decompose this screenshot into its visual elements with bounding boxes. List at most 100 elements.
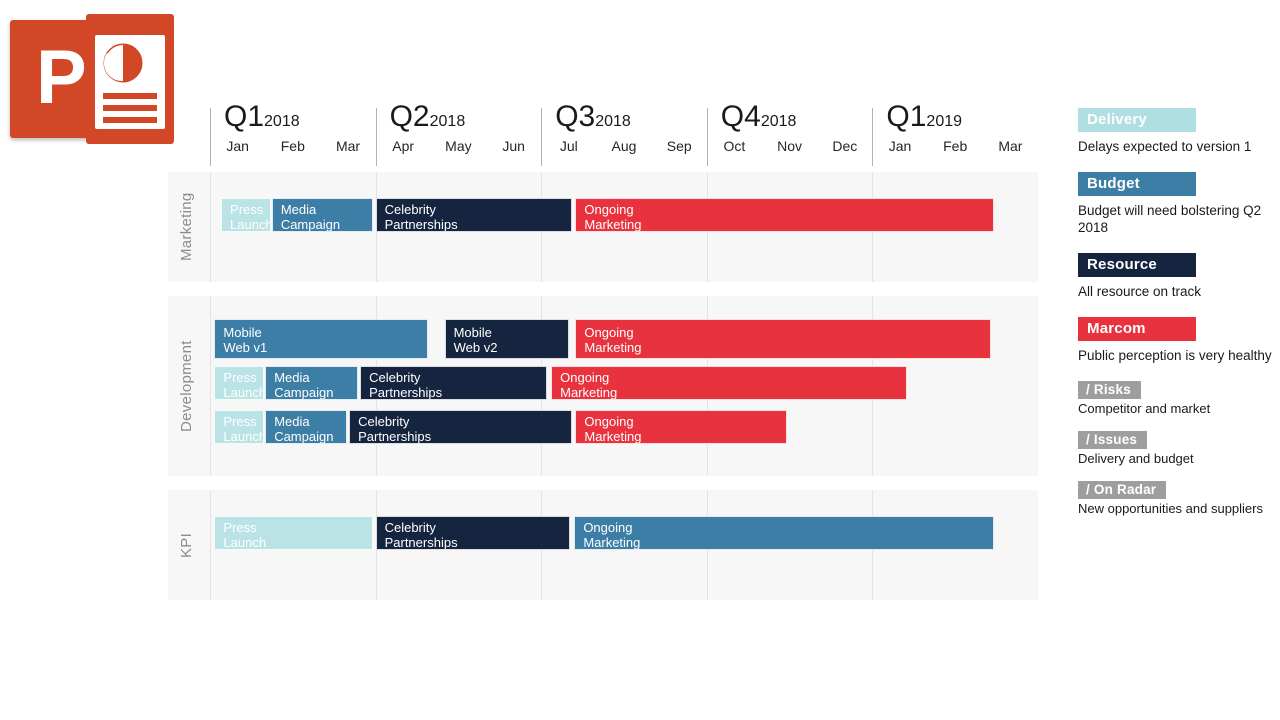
quarter-name: Q3 [555, 100, 596, 133]
quarter-separator [541, 108, 543, 166]
status-item-budget: Budget Budget will need bolstering Q2 201… [1078, 172, 1274, 236]
month-label: Mar [335, 138, 361, 154]
month-label: Jul [559, 138, 578, 154]
quarter-separator [210, 108, 211, 166]
gantt-bar[interactable]: Ongoing Marketing [575, 198, 994, 232]
quarter-name: Q4 [720, 100, 761, 133]
gantt-bar[interactable]: Celebrity Partnerships [349, 410, 572, 444]
gantt-bar-label-line1: Press [230, 202, 264, 217]
quarter-header-3: Q32018 Jul Aug Sep [541, 100, 707, 170]
quarter-header-5: Q12019 Jan Feb Mar [872, 100, 1038, 170]
gantt-bar[interactable]: Celebrity Partnerships [360, 366, 547, 400]
gantt-bar-label-line2: Launch [223, 385, 265, 400]
gantt-bar[interactable]: Mobile Web v2 [444, 319, 569, 359]
quarter-name: Q1 [224, 100, 265, 133]
logo-slide-panel [95, 35, 165, 129]
note-item-list: / Risks Competitor and market / Issues Deli… [1078, 381, 1274, 517]
gantt-bar[interactable]: Celebrity Partnerships [375, 516, 570, 550]
quarter-label: Q12018 [224, 100, 300, 134]
gantt-bar[interactable]: Mobile Web v1 [214, 319, 429, 359]
month-label: Nov [777, 138, 803, 154]
powerpoint-logo: P [10, 14, 175, 144]
gantt-bar-label-line1: Celebrity [358, 414, 410, 429]
swimlane-kpi: KPI Press Launch Celebrity Partnerships Ongoi… [168, 490, 1038, 600]
gantt-bar[interactable]: Press Launch [214, 410, 265, 444]
note-badge: / On Radar [1078, 481, 1167, 499]
month-label: Apr [392, 138, 415, 154]
gantt-bar[interactable]: Media Campaign [265, 410, 347, 444]
gantt-bar-label-line1: Press [223, 414, 257, 429]
quarter-year: 2018 [595, 113, 631, 130]
gantt-bar[interactable]: Media Campaign [265, 366, 358, 400]
swimlane-marketing: Marketing Press Launch Media Campaign Celebri… [168, 172, 1038, 282]
quarter-header-1: Q12018 Jan Feb Mar [210, 100, 376, 170]
gantt-bar-label-line1: Media [274, 370, 310, 385]
gantt-bar-label-line1: Media [280, 202, 317, 217]
gantt-bar-label-line1: Ongoing [584, 325, 634, 340]
status-item-resource: Resource All resource on track [1078, 253, 1274, 300]
swimlane-development: Development Mobile Web v1 Mobile Web v2 Ongoi… [168, 296, 1038, 476]
gantt-bar[interactable]: Ongoing Marketing [574, 516, 994, 550]
status-item-marcom: Marcom Public perception is very healthy [1078, 317, 1274, 364]
swimlane-label-marketing: Marketing [178, 192, 195, 262]
quarter-name: Q2 [389, 100, 430, 133]
gantt-bar-label-line1: Ongoing [584, 414, 634, 429]
month-label: Aug [611, 138, 637, 154]
gantt-bar-label-line2: Launch [223, 535, 267, 550]
gantt-bar-label-line2: Campaign [280, 217, 341, 232]
gantt-bar[interactable]: Ongoing Marketing [551, 366, 907, 400]
status-badge: Marcom [1078, 317, 1196, 341]
gantt-bar-label-line2: Web v1 [223, 340, 268, 355]
gantt-bar[interactable]: Press Launch [214, 366, 265, 400]
gantt-bar-label-line2: Web v2 [453, 340, 498, 355]
gantt-bar-label-line1: Mobile [223, 325, 262, 340]
gantt-bar[interactable]: Ongoing Marketing [575, 410, 787, 444]
gantt-bar[interactable]: Press Launch [221, 198, 271, 232]
quarter-year: 2018 [429, 113, 466, 130]
gantt-bar-label-line2: Partnerships [384, 535, 458, 550]
month-label: Sep [666, 138, 692, 154]
gantt-bar-label-line2: Partnerships [369, 385, 443, 400]
gantt-bar-label-line1: Press [223, 520, 257, 535]
gantt-bar-label-line1: Celebrity [384, 202, 436, 217]
logo-text-line-3 [103, 117, 157, 123]
month-labels: Jan Feb Mar [210, 138, 376, 154]
gantt-bar-label-line2: Partnerships [358, 429, 432, 444]
month-label: Dec [832, 138, 858, 154]
status-description: Delays expected to version 1 [1078, 139, 1252, 154]
gantt-bar[interactable]: Ongoing Marketing [575, 319, 992, 359]
quarter-year: 2018 [760, 113, 797, 130]
grid-line [210, 490, 211, 600]
gantt-bar[interactable]: Celebrity Partnerships [375, 198, 572, 232]
month-labels: Jan Feb Mar [872, 138, 1038, 154]
note-description: Competitor and market [1078, 401, 1211, 416]
pie-chart-icon [103, 43, 143, 83]
month-labels: Jul Aug Sep [541, 138, 707, 154]
grid-line [210, 296, 211, 476]
gantt-bar-label-line1: Ongoing [583, 520, 633, 535]
gantt-bar-label-line2: Marketing [584, 340, 642, 355]
gantt-bar-label-line2: Campaign [274, 429, 334, 444]
gantt-bar-label-line2: Marketing [584, 429, 642, 444]
gantt-bar-label-line1: Press [223, 370, 257, 385]
quarter-year: 2018 [264, 113, 300, 130]
quarter-year: 2019 [926, 113, 963, 130]
gantt-bar-label-line1: Celebrity [384, 520, 436, 535]
quarter-label: Q12019 [886, 100, 962, 134]
note-item-on-radar: / On Radar New opportunities and supplier… [1078, 481, 1274, 517]
status-badge: Delivery [1078, 108, 1196, 132]
swimlane-label-development: Development [178, 340, 195, 432]
quarter-name: Q1 [886, 100, 927, 133]
gantt-bar-label-line1: Celebrity [369, 370, 421, 385]
quarter-separator [706, 108, 708, 166]
timeline-axis: Q12018 Jan Feb Mar Q22018 Apr May Jun Q32018 Jul A… [168, 100, 1038, 170]
gantt-bar[interactable]: Media Campaign [271, 198, 373, 232]
status-badge: Resource [1078, 253, 1196, 277]
gantt-bar-label-line1: Ongoing [584, 202, 634, 217]
gantt-bar-label-line2: Marketing [560, 385, 618, 400]
gantt-chart: Q12018 Jan Feb Mar Q22018 Apr May Jun Q32018 Jul A… [168, 100, 1038, 660]
gantt-bar-label-line2: Partnerships [384, 217, 458, 232]
note-description: Delivery and budget [1078, 451, 1194, 466]
gantt-bar[interactable]: Press Launch [214, 516, 373, 550]
quarter-header-2: Q22018 Apr May Jun [376, 100, 542, 170]
